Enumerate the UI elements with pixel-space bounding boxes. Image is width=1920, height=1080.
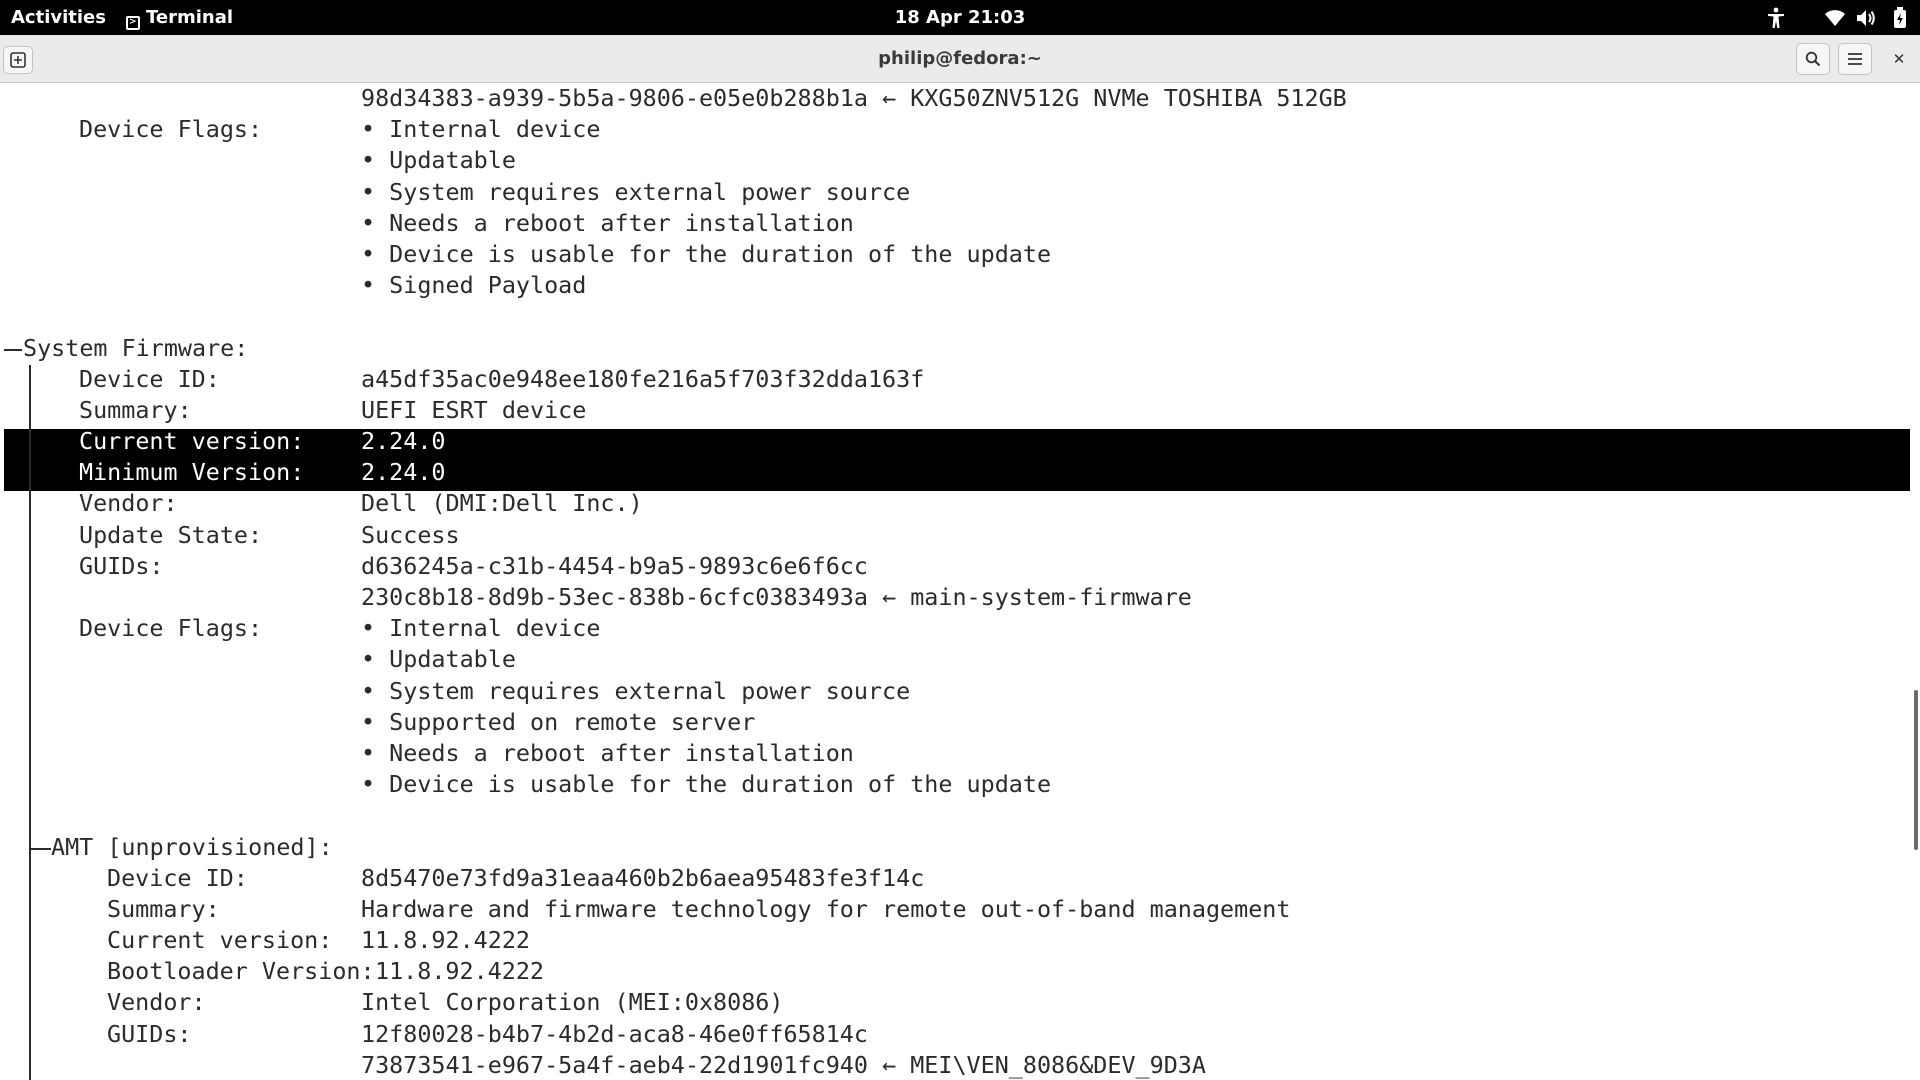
vendor-value: Dell (DMI:Dell Inc.) bbox=[361, 489, 643, 517]
guid-value: 98d34383-a939-5b5a-9806-e05e0b288b1a ← K… bbox=[361, 84, 1347, 112]
close-icon: ✕ bbox=[1892, 50, 1906, 68]
field-label: Device Flags: bbox=[79, 115, 263, 143]
tree-branch bbox=[29, 848, 51, 850]
flag-item: • Signed Payload bbox=[361, 271, 587, 299]
terminal-icon: > bbox=[126, 16, 140, 30]
flag-item: • Device is usable for the duration of t… bbox=[361, 770, 1052, 798]
new-tab-icon bbox=[10, 52, 26, 68]
guid-value: 73873541-e967-5a4f-aeb4-22d1901fc940 ← M… bbox=[361, 1051, 1206, 1079]
field-label: Current version: bbox=[79, 427, 305, 455]
clock[interactable]: 18 Apr 21:03 bbox=[895, 7, 1026, 28]
bootloader-version-value: 11.8.92.4222 bbox=[375, 957, 544, 985]
flag-item: • Needs a reboot after installation bbox=[361, 739, 854, 767]
flag-item: • Updatable bbox=[361, 645, 516, 673]
new-tab-button[interactable] bbox=[3, 46, 33, 74]
tree-branch bbox=[4, 349, 22, 351]
field-label: Vendor: bbox=[107, 988, 206, 1016]
accessibility-icon[interactable] bbox=[1765, 0, 1787, 35]
section-header-amt: AMT [unprovisioned]: bbox=[51, 833, 333, 861]
field-label: GUIDs: bbox=[79, 552, 164, 580]
flag-item: • System requires external power source bbox=[361, 178, 911, 206]
guid-value: 230c8b18-8d9b-53ec-838b-6cfc0383493a ← m… bbox=[361, 583, 1192, 611]
flag-item: • Updatable bbox=[361, 146, 516, 174]
top-bar: Activities > Terminal 18 Apr 21:03 bbox=[0, 0, 1920, 35]
minimum-version-value: 2.24.0 bbox=[361, 458, 446, 486]
field-label: Update State: bbox=[79, 521, 263, 549]
summary-value: UEFI ESRT device bbox=[361, 396, 587, 424]
activities-button[interactable]: Activities bbox=[11, 0, 106, 35]
guid-value: 12f80028-b4b7-4b2d-aca8-46e0ff65814c bbox=[361, 1020, 868, 1048]
window-title: philip@fedora:~ bbox=[878, 48, 1042, 69]
field-label: Minimum Version: bbox=[79, 458, 305, 486]
close-button[interactable]: ✕ bbox=[1886, 47, 1912, 71]
flag-item: • System requires external power source bbox=[361, 677, 911, 705]
flag-item: • Internal device bbox=[361, 614, 601, 642]
flag-item: • Supported on remote server bbox=[361, 708, 756, 736]
app-menu-terminal[interactable]: > Terminal bbox=[126, 0, 233, 35]
battery-icon[interactable] bbox=[1888, 0, 1912, 35]
field-label: Current version: bbox=[107, 926, 333, 954]
field-label: Device ID: bbox=[107, 864, 248, 892]
section-header-system-firmware: System Firmware: bbox=[23, 334, 249, 362]
field-label: Summary: bbox=[79, 396, 192, 424]
menu-icon bbox=[1848, 53, 1862, 65]
volume-icon[interactable] bbox=[1853, 0, 1879, 35]
field-label: Summary: bbox=[107, 895, 220, 923]
scrollbar[interactable] bbox=[1914, 690, 1918, 850]
vendor-value: Intel Corporation (MEI:0x8086) bbox=[361, 988, 784, 1016]
field-label: Bootloader Version: bbox=[107, 957, 375, 985]
flag-item: • Device is usable for the duration of t… bbox=[361, 240, 1052, 268]
update-state-value: Success bbox=[361, 521, 460, 549]
menu-button[interactable] bbox=[1838, 43, 1872, 75]
summary-value: Hardware and firmware technology for rem… bbox=[361, 895, 1291, 923]
tree-trunk bbox=[29, 365, 31, 1080]
terminal-output[interactable]: 98d34383-a939-5b5a-9806-e05e0b288b1a ← K… bbox=[0, 83, 1920, 1080]
flag-item: • Needs a reboot after installation bbox=[361, 209, 854, 237]
guid-value: d636245a-c31b-4454-b9a5-9893c6e6f6cc bbox=[361, 552, 868, 580]
wifi-icon[interactable] bbox=[1822, 0, 1848, 35]
current-version-value: 11.8.92.4222 bbox=[361, 926, 530, 954]
search-button[interactable] bbox=[1796, 43, 1830, 75]
device-id-value: a45df35ac0e948ee180fe216a5f703f32dda163f bbox=[361, 365, 925, 393]
search-icon bbox=[1805, 51, 1821, 67]
field-label: Device ID: bbox=[79, 365, 220, 393]
app-name: Terminal bbox=[146, 7, 234, 28]
flag-item: • Internal device bbox=[361, 115, 601, 143]
current-version-value: 2.24.0 bbox=[361, 427, 446, 455]
field-label: GUIDs: bbox=[107, 1020, 192, 1048]
field-label: Device Flags: bbox=[79, 614, 263, 642]
window-titlebar: philip@fedora:~ ✕ bbox=[0, 35, 1920, 83]
device-id-value: 8d5470e73fd9a31eaa460b2b6aea95483fe3f14c bbox=[361, 864, 925, 892]
field-label: Vendor: bbox=[79, 489, 178, 517]
